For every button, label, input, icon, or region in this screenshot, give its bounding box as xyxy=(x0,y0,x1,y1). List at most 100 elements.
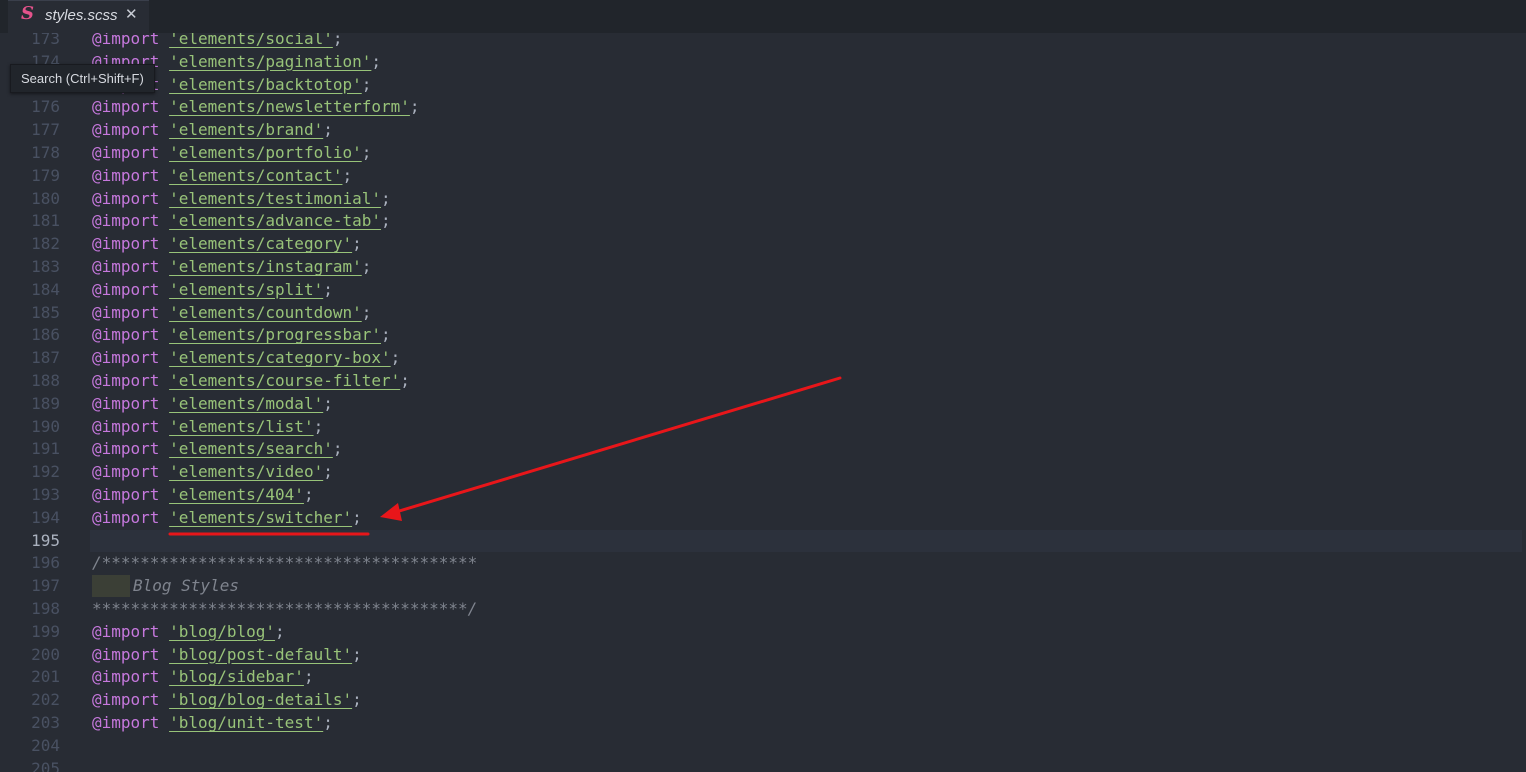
line-number: 189 xyxy=(31,393,60,413)
punctuation-token: ; xyxy=(342,165,353,185)
line-number: 203 xyxy=(31,713,60,732)
string-token: 'blog/blog' xyxy=(169,621,276,641)
code-line[interactable]: 204 xyxy=(0,735,1526,758)
keyword-token: @import xyxy=(92,621,160,641)
code-line[interactable]: 203 @import 'blog/unit-test'; xyxy=(0,712,1526,735)
keyword-token: @import xyxy=(92,302,160,322)
code-line[interactable]: 173 @import 'elements/social'; xyxy=(0,33,1526,51)
line-number: 188 xyxy=(31,371,60,390)
code-line[interactable]: 200 @import 'blog/post-default'; xyxy=(0,644,1526,667)
code-line[interactable]: 188 @import 'elements/course-filter'; xyxy=(0,370,1526,393)
code-line[interactable]: 187 @import 'elements/category-box'; xyxy=(0,347,1526,370)
string-token: 'elements/backtotop' xyxy=(169,74,362,94)
code-line[interactable]: 175@import 'elements/backtotop'; xyxy=(0,74,1526,97)
line-number: 181 xyxy=(31,211,60,231)
code-line[interactable]: 181 @import 'elements/advance-tab'; xyxy=(0,210,1526,233)
code-line[interactable]: 174 @import 'elements/pagination'; xyxy=(0,51,1526,74)
code-text: @import 'blog/blog-details'; xyxy=(92,689,362,712)
close-icon[interactable]: ✕ xyxy=(125,4,138,24)
keyword-token: @import xyxy=(92,143,160,162)
code-text: @import 'elements/social'; xyxy=(92,33,342,51)
code-line[interactable]: 198 *************************************… xyxy=(0,598,1526,621)
code-line[interactable]: 194 @import 'elements/switcher'; xyxy=(0,507,1526,530)
tab-styles-scss[interactable]: S styles.scss ✕ xyxy=(8,0,149,33)
tab-bar: S styles.scss ✕ xyxy=(0,0,1526,33)
string-token: 'elements/pagination' xyxy=(169,51,372,71)
comment-token: /*************************************** xyxy=(92,553,478,573)
code-line[interactable]: 193 @import 'elements/404'; xyxy=(0,484,1526,507)
code-line[interactable]: 179 @import 'elements/contact'; xyxy=(0,165,1526,188)
code-editor[interactable]: 173 @import 'elements/social'; 174 @import … xyxy=(0,33,1526,772)
code-line[interactable]: 197 Blog Styles xyxy=(0,575,1526,598)
code-text: @import 'elements/search'; xyxy=(92,438,342,461)
code-line[interactable]: 190 @import 'elements/list'; xyxy=(0,416,1526,439)
line-number: 177 xyxy=(31,120,60,140)
code-line[interactable]: 182 @import 'elements/category'; xyxy=(0,233,1526,256)
current-line-highlight xyxy=(90,529,1522,553)
code-line[interactable]: 178 @import 'elements/portfolio'; xyxy=(0,142,1526,165)
string-token: 'elements/instagram' xyxy=(169,257,362,276)
string-token: 'elements/search' xyxy=(169,439,333,459)
code-line[interactable]: 201 @import 'blog/sidebar'; xyxy=(0,666,1526,689)
code-line[interactable]: 199 @import 'blog/blog'; xyxy=(0,621,1526,644)
code-text: @import 'elements/split'; xyxy=(92,279,333,302)
punctuation-token: ; xyxy=(332,33,343,48)
code-line[interactable]: 177 @import 'elements/brand'; xyxy=(0,119,1526,142)
line-number: 197 xyxy=(31,576,60,596)
code-text: @import 'blog/unit-test'; xyxy=(92,712,333,735)
line-number: 200 xyxy=(31,644,60,664)
code-line[interactable]: 205 xyxy=(0,758,1526,772)
code-text: ***************************************/ xyxy=(92,598,477,621)
code-line[interactable]: 183 @import 'elements/instagram'; xyxy=(0,256,1526,279)
punctuation-token: ; xyxy=(313,416,324,436)
punctuation-token: ; xyxy=(303,667,314,687)
code-line[interactable]: 192 @import 'elements/video'; xyxy=(0,461,1526,484)
line-number: 205 xyxy=(31,758,60,772)
string-token: 'elements/progressbar' xyxy=(169,325,381,345)
string-token: 'blog/unit-test' xyxy=(169,713,324,732)
line-number: 178 xyxy=(31,143,60,162)
code-text: @import 'elements/course-filter'; xyxy=(92,370,410,393)
code-line[interactable]: 184 @import 'elements/split'; xyxy=(0,279,1526,302)
punctuation-token: ; xyxy=(371,51,382,71)
line-number: 184 xyxy=(31,279,60,299)
code-line[interactable]: 195 xyxy=(0,529,1526,553)
keyword-token: @import xyxy=(92,33,160,48)
code-line[interactable]: 202 @import 'blog/blog-details'; xyxy=(0,689,1526,712)
punctuation-token: ; xyxy=(381,325,391,345)
keyword-token: @import xyxy=(92,97,160,117)
string-token: 'blog/sidebar' xyxy=(169,667,304,687)
line-number: 190 xyxy=(31,416,60,436)
code-line[interactable]: 185 @import 'elements/countdown'; xyxy=(0,302,1526,325)
line-number: 194 xyxy=(31,507,60,527)
code-text: @import 'elements/brand'; xyxy=(92,119,333,142)
keyword-token: @import xyxy=(92,393,160,413)
code-line[interactable]: 176 @import 'elements/newsletterform'; xyxy=(0,96,1526,119)
punctuation-token: ; xyxy=(323,713,333,732)
punctuation-token: ; xyxy=(361,257,372,276)
string-token: 'elements/switcher' xyxy=(169,507,353,527)
string-token: 'elements/contact' xyxy=(169,165,343,185)
string-token: 'elements/split' xyxy=(169,279,324,299)
punctuation-token: ; xyxy=(275,621,285,641)
code-line[interactable]: 191 @import 'elements/search'; xyxy=(0,438,1526,461)
string-token: 'elements/social' xyxy=(169,33,333,48)
code-line[interactable]: 186 @import 'elements/progressbar'; xyxy=(0,324,1526,347)
code-line[interactable]: 180 @import 'elements/testimonial'; xyxy=(0,188,1526,211)
code-text: @import 'elements/newsletterform'; xyxy=(92,96,420,119)
line-number: 185 xyxy=(31,302,60,322)
string-token: 'elements/testimonial' xyxy=(169,188,381,208)
code-line[interactable]: 189 @import 'elements/modal'; xyxy=(0,393,1526,416)
code-line[interactable]: 196 /************************************… xyxy=(0,552,1526,575)
code-text: @import 'elements/progressbar'; xyxy=(92,324,391,347)
keyword-token: @import xyxy=(92,485,160,504)
line-number: 199 xyxy=(31,621,60,641)
comment-token: Blog Styles xyxy=(133,576,239,596)
code-text: @import 'blog/sidebar'; xyxy=(92,666,314,689)
code-text: @import 'elements/portfolio'; xyxy=(92,142,371,165)
